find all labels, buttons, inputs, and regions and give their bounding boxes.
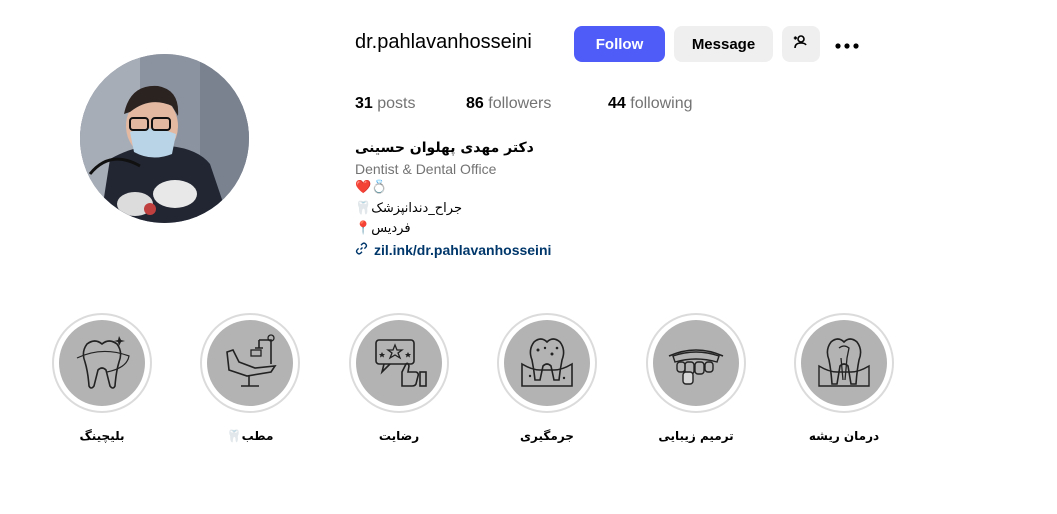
dental-chair-icon: [215, 326, 285, 400]
bio-specialty: 🦷جراح_دندانپزشک: [355, 201, 462, 216]
following-label: following: [630, 95, 693, 112]
highlight-cover: [504, 320, 590, 406]
more-options-button[interactable]: [832, 26, 862, 62]
bio-location: 📍فردیس: [355, 221, 411, 236]
cosmetic-restoration-icon: [661, 326, 731, 400]
bio-link-text: zil.ink/dr.pahlavanhosseini: [374, 242, 552, 258]
satisfaction-rating-icon: [364, 326, 434, 400]
highlight-ring: [794, 313, 894, 413]
highlight-item[interactable]: 🦷مطب: [200, 313, 300, 443]
followers-label: followers: [488, 95, 552, 112]
highlight-ring: [200, 313, 300, 413]
highlight-label: درمان ریشه: [808, 429, 880, 443]
more-options-icon: [835, 36, 859, 53]
bio-emoji-line: ❤️💍: [355, 180, 388, 195]
following-number: 44: [608, 95, 626, 112]
highlight-ring: [646, 313, 746, 413]
follow-button[interactable]: Follow: [574, 26, 665, 62]
highlight-item[interactable]: جرمگیری: [497, 313, 597, 443]
profile-username: dr.pahlavanhosseini: [355, 31, 532, 53]
posts-count: 31 posts: [355, 95, 416, 113]
following-link[interactable]: 44 following: [608, 95, 693, 113]
highlight-label: رضایت: [378, 429, 420, 443]
profile-avatar[interactable]: [80, 54, 249, 223]
bio-full-name: دکتر مهدی پهلوان حسینی: [355, 140, 534, 156]
bio-category: Dentist & Dental Office: [355, 161, 497, 177]
tooth-whitening-icon: [67, 326, 137, 400]
highlight-item[interactable]: ترمیم زیبایی: [646, 313, 746, 443]
highlight-cover: [207, 320, 293, 406]
highlight-cover: [356, 320, 442, 406]
posts-label: posts: [377, 95, 416, 112]
highlight-cover: [59, 320, 145, 406]
highlight-cover: [653, 320, 739, 406]
highlight-ring: [349, 313, 449, 413]
followers-number: 86: [466, 95, 484, 112]
highlight-ring: [497, 313, 597, 413]
highlight-item[interactable]: بلیچینگ: [52, 313, 152, 443]
highlight-cover: [801, 320, 887, 406]
root-canal-icon: [809, 326, 879, 400]
add-user-icon: [792, 33, 810, 55]
link-icon: [355, 242, 368, 258]
followers-link[interactable]: 86 followers: [466, 95, 551, 113]
highlight-label: ترمیم زیبایی: [658, 429, 734, 443]
highlight-ring: [52, 313, 152, 413]
highlight-label: 🦷مطب: [226, 429, 274, 443]
message-button[interactable]: Message: [674, 26, 773, 62]
bio-external-link[interactable]: zil.ink/dr.pahlavanhosseini: [355, 242, 551, 258]
highlight-item[interactable]: درمان ریشه: [794, 313, 894, 443]
highlight-label: جرمگیری: [520, 429, 574, 443]
suggested-users-button[interactable]: [782, 26, 820, 62]
tooth-scaling-icon: [512, 326, 582, 400]
posts-number: 31: [355, 95, 373, 112]
highlight-label: بلیچینگ: [79, 429, 125, 443]
highlight-item[interactable]: رضایت: [349, 313, 449, 443]
